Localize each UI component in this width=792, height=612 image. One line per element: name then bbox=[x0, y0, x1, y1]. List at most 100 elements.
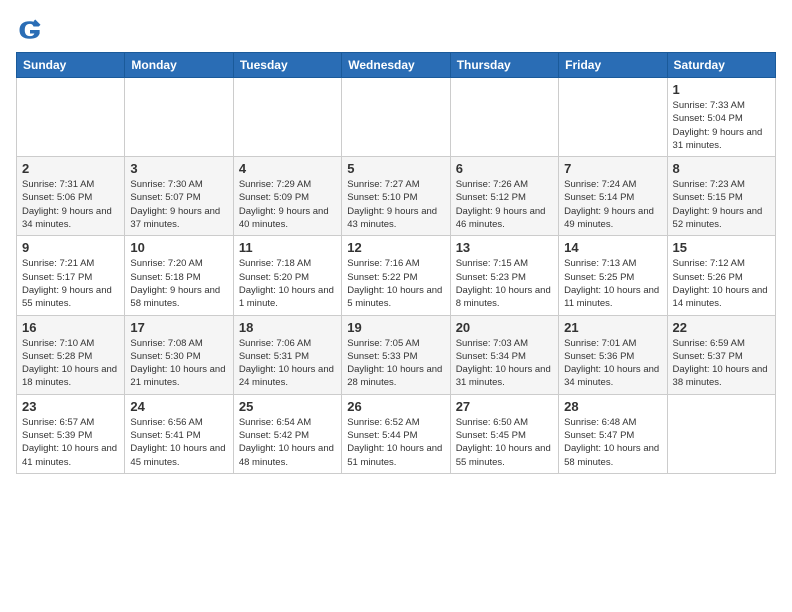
logo bbox=[16, 16, 48, 44]
day-info: Sunrise: 7:23 AM Sunset: 5:15 PM Dayligh… bbox=[673, 178, 770, 231]
day-info: Sunrise: 6:57 AM Sunset: 5:39 PM Dayligh… bbox=[22, 416, 119, 469]
day-cell: 18 Sunrise: 7:06 AM Sunset: 5:31 PM Dayli… bbox=[233, 315, 341, 394]
day-info: Sunrise: 7:29 AM Sunset: 5:09 PM Dayligh… bbox=[239, 178, 336, 231]
week-row-5: 23Sunrise: 6:57 AM Sunset: 5:39 PM Dayli… bbox=[17, 394, 776, 473]
weekday-header-thursday: Thursday bbox=[450, 53, 558, 78]
day-number: 7 bbox=[564, 161, 661, 176]
day-number: 22 bbox=[673, 320, 770, 335]
week-row-2: 2 Sunrise: 7:31 AM Sunset: 5:06 PM Daylig… bbox=[17, 157, 776, 236]
day-cell: 5 Sunrise: 7:27 AM Sunset: 5:10 PM Daylig… bbox=[342, 157, 450, 236]
day-info: Sunrise: 6:48 AM Sunset: 5:47 PM Dayligh… bbox=[564, 416, 661, 469]
day-info: Sunrise: 7:16 AM Sunset: 5:22 PM Dayligh… bbox=[347, 257, 444, 310]
day-number: 4 bbox=[239, 161, 336, 176]
day-cell: 15Sunrise: 7:12 AM Sunset: 5:26 PM Dayli… bbox=[667, 236, 775, 315]
day-info: Sunrise: 7:01 AM Sunset: 5:36 PM Dayligh… bbox=[564, 337, 661, 390]
day-info: Sunrise: 7:26 AM Sunset: 5:12 PM Dayligh… bbox=[456, 178, 553, 231]
day-cell: 10 Sunrise: 7:20 AM Sunset: 5:18 PM Dayli… bbox=[125, 236, 233, 315]
day-number: 3 bbox=[130, 161, 227, 176]
day-number: 2 bbox=[22, 161, 119, 176]
day-cell bbox=[450, 78, 558, 157]
day-cell bbox=[125, 78, 233, 157]
day-cell bbox=[559, 78, 667, 157]
day-cell: 25 Sunrise: 6:54 AM Sunset: 5:42 PM Dayli… bbox=[233, 394, 341, 473]
day-cell: 21 Sunrise: 7:01 AM Sunset: 5:36 PM Dayli… bbox=[559, 315, 667, 394]
day-cell: 20 Sunrise: 7:03 AM Sunset: 5:34 PM Dayli… bbox=[450, 315, 558, 394]
day-number: 9 bbox=[22, 240, 119, 255]
day-cell: 7 Sunrise: 7:24 AM Sunset: 5:14 PM Daylig… bbox=[559, 157, 667, 236]
day-number: 6 bbox=[456, 161, 553, 176]
day-info: Sunrise: 7:10 AM Sunset: 5:28 PM Dayligh… bbox=[22, 337, 119, 390]
day-cell: 14 Sunrise: 7:13 AM Sunset: 5:25 PM Dayli… bbox=[559, 236, 667, 315]
day-cell bbox=[342, 78, 450, 157]
day-number: 27 bbox=[456, 399, 553, 414]
day-number: 19 bbox=[347, 320, 444, 335]
page-header bbox=[16, 16, 776, 44]
calendar-table: SundayMondayTuesdayWednesdayThursdayFrid… bbox=[16, 52, 776, 474]
day-cell: 1 Sunrise: 7:33 AM Sunset: 5:04 PM Daylig… bbox=[667, 78, 775, 157]
day-info: Sunrise: 6:59 AM Sunset: 5:37 PM Dayligh… bbox=[673, 337, 770, 390]
day-info: Sunrise: 6:50 AM Sunset: 5:45 PM Dayligh… bbox=[456, 416, 553, 469]
day-cell: 28 Sunrise: 6:48 AM Sunset: 5:47 PM Dayli… bbox=[559, 394, 667, 473]
day-info: Sunrise: 7:15 AM Sunset: 5:23 PM Dayligh… bbox=[456, 257, 553, 310]
day-cell: 4 Sunrise: 7:29 AM Sunset: 5:09 PM Daylig… bbox=[233, 157, 341, 236]
day-cell: 2 Sunrise: 7:31 AM Sunset: 5:06 PM Daylig… bbox=[17, 157, 125, 236]
day-info: Sunrise: 7:33 AM Sunset: 5:04 PM Dayligh… bbox=[673, 99, 770, 152]
day-number: 17 bbox=[130, 320, 227, 335]
weekday-header-monday: Monday bbox=[125, 53, 233, 78]
day-cell bbox=[233, 78, 341, 157]
day-cell: 22 Sunrise: 6:59 AM Sunset: 5:37 PM Dayli… bbox=[667, 315, 775, 394]
day-number: 8 bbox=[673, 161, 770, 176]
day-info: Sunrise: 7:18 AM Sunset: 5:20 PM Dayligh… bbox=[239, 257, 336, 310]
day-cell: 17 Sunrise: 7:08 AM Sunset: 5:30 PM Dayli… bbox=[125, 315, 233, 394]
day-info: Sunrise: 6:56 AM Sunset: 5:41 PM Dayligh… bbox=[130, 416, 227, 469]
day-number: 21 bbox=[564, 320, 661, 335]
day-number: 13 bbox=[456, 240, 553, 255]
day-number: 5 bbox=[347, 161, 444, 176]
week-row-1: 1 Sunrise: 7:33 AM Sunset: 5:04 PM Daylig… bbox=[17, 78, 776, 157]
day-cell: 23Sunrise: 6:57 AM Sunset: 5:39 PM Dayli… bbox=[17, 394, 125, 473]
day-info: Sunrise: 7:03 AM Sunset: 5:34 PM Dayligh… bbox=[456, 337, 553, 390]
day-number: 10 bbox=[130, 240, 227, 255]
weekday-header-tuesday: Tuesday bbox=[233, 53, 341, 78]
day-number: 16 bbox=[22, 320, 119, 335]
day-cell: 24Sunrise: 6:56 AM Sunset: 5:41 PM Dayli… bbox=[125, 394, 233, 473]
weekday-header-sunday: Sunday bbox=[17, 53, 125, 78]
logo-icon bbox=[16, 16, 44, 44]
weekday-header-wednesday: Wednesday bbox=[342, 53, 450, 78]
day-info: Sunrise: 7:06 AM Sunset: 5:31 PM Dayligh… bbox=[239, 337, 336, 390]
day-number: 26 bbox=[347, 399, 444, 414]
day-cell: 9 Sunrise: 7:21 AM Sunset: 5:17 PM Daylig… bbox=[17, 236, 125, 315]
day-number: 25 bbox=[239, 399, 336, 414]
week-row-3: 9 Sunrise: 7:21 AM Sunset: 5:17 PM Daylig… bbox=[17, 236, 776, 315]
day-cell: 3 Sunrise: 7:30 AM Sunset: 5:07 PM Daylig… bbox=[125, 157, 233, 236]
day-cell: 19 Sunrise: 7:05 AM Sunset: 5:33 PM Dayli… bbox=[342, 315, 450, 394]
day-info: Sunrise: 7:21 AM Sunset: 5:17 PM Dayligh… bbox=[22, 257, 119, 310]
weekday-header-row: SundayMondayTuesdayWednesdayThursdayFrid… bbox=[17, 53, 776, 78]
day-info: Sunrise: 7:13 AM Sunset: 5:25 PM Dayligh… bbox=[564, 257, 661, 310]
day-cell: 12 Sunrise: 7:16 AM Sunset: 5:22 PM Dayli… bbox=[342, 236, 450, 315]
day-info: Sunrise: 7:27 AM Sunset: 5:10 PM Dayligh… bbox=[347, 178, 444, 231]
day-number: 28 bbox=[564, 399, 661, 414]
day-info: Sunrise: 6:54 AM Sunset: 5:42 PM Dayligh… bbox=[239, 416, 336, 469]
day-cell: 16 Sunrise: 7:10 AM Sunset: 5:28 PM Dayli… bbox=[17, 315, 125, 394]
weekday-header-saturday: Saturday bbox=[667, 53, 775, 78]
day-cell: 26 Sunrise: 6:52 AM Sunset: 5:44 PM Dayli… bbox=[342, 394, 450, 473]
day-info: Sunrise: 7:24 AM Sunset: 5:14 PM Dayligh… bbox=[564, 178, 661, 231]
day-info: Sunrise: 7:31 AM Sunset: 5:06 PM Dayligh… bbox=[22, 178, 119, 231]
day-cell bbox=[667, 394, 775, 473]
day-cell bbox=[17, 78, 125, 157]
day-info: Sunrise: 7:05 AM Sunset: 5:33 PM Dayligh… bbox=[347, 337, 444, 390]
weekday-header-friday: Friday bbox=[559, 53, 667, 78]
day-number: 18 bbox=[239, 320, 336, 335]
day-cell: 6 Sunrise: 7:26 AM Sunset: 5:12 PM Daylig… bbox=[450, 157, 558, 236]
day-number: 1 bbox=[673, 82, 770, 97]
day-info: Sunrise: 7:30 AM Sunset: 5:07 PM Dayligh… bbox=[130, 178, 227, 231]
day-number: 12 bbox=[347, 240, 444, 255]
day-info: Sunrise: 7:08 AM Sunset: 5:30 PM Dayligh… bbox=[130, 337, 227, 390]
day-info: Sunrise: 7:20 AM Sunset: 5:18 PM Dayligh… bbox=[130, 257, 227, 310]
day-number: 14 bbox=[564, 240, 661, 255]
day-number: 15 bbox=[673, 240, 770, 255]
day-cell: 11Sunrise: 7:18 AM Sunset: 5:20 PM Dayli… bbox=[233, 236, 341, 315]
day-number: 20 bbox=[456, 320, 553, 335]
day-info: Sunrise: 6:52 AM Sunset: 5:44 PM Dayligh… bbox=[347, 416, 444, 469]
